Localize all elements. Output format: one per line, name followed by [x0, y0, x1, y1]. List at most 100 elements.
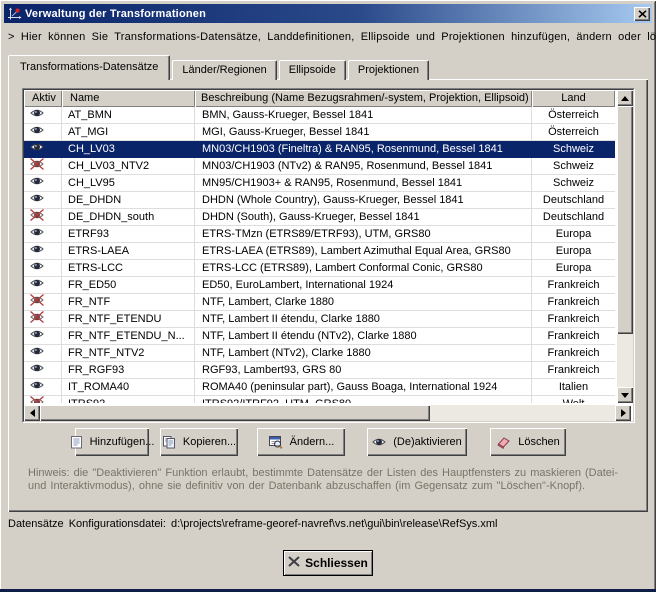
eye-icon [30, 260, 44, 277]
table-row[interactable]: FR_ED50ED50, EuroLambert, International … [24, 277, 615, 294]
schliessen-button-label: Schliessen [305, 556, 368, 570]
land-cell: Schweiz [532, 158, 615, 175]
land-cell: Deutschland [532, 192, 615, 209]
tab-page-transformations: Aktiv Name Beschreibung (Name Bezugsrahm… [8, 79, 648, 512]
edit-form-icon [268, 435, 283, 449]
scroll-right-button[interactable] [615, 405, 631, 421]
column-header-name[interactable]: Name [62, 90, 195, 107]
name-cell: CH_LV03_NTV2 [62, 158, 195, 175]
description-cell: ETRS-LCC (ETRS89), Lambert Conformal Con… [195, 260, 532, 277]
aendern-button[interactable]: Ändern... [257, 428, 345, 456]
transformations-table: Aktiv Name Beschreibung (Name Bezugsrahm… [22, 88, 635, 423]
title-bar[interactable]: Verwaltung der Transformationen [4, 4, 652, 23]
table-header-row: Aktiv Name Beschreibung (Name Bezugsrahm… [24, 90, 615, 107]
name-cell: FR_NTF_ETENDU_N... [62, 328, 195, 345]
aktiv-cell [24, 158, 62, 175]
description-cell: NTF, Lambert, Clarke 1880 [195, 294, 532, 311]
copy-icon [162, 435, 176, 449]
loeschen-button-label: Löschen [518, 436, 560, 448]
name-cell: ETRS-LCC [62, 260, 195, 277]
name-cell: DE_DHDN_south [62, 209, 195, 226]
description-cell: ETRS-LAEA (ETRS89), Lambert Azimuthal Eq… [195, 243, 532, 260]
hinzufuegen-button[interactable]: Hinzufügen... [75, 428, 149, 456]
table-row[interactable]: DE_DHDN_southDHDN (South), Gauss-Krueger… [24, 209, 615, 226]
aktiv-cell [24, 294, 62, 311]
description-cell: ROMA40 (peninsular part), Gauss Boaga, I… [195, 379, 532, 396]
land-cell: Europa [532, 243, 615, 260]
table-row[interactable]: FR_RGF93RGF93, Lambert93, GRS 80Frankrei… [24, 362, 615, 379]
schliessen-button[interactable]: Schliessen [283, 550, 373, 576]
eye-icon [30, 345, 44, 362]
aktiv-cell [24, 192, 62, 209]
table-row[interactable]: AT_BMNBMN, Gauss-Krueger, Bessel 1841Öst… [24, 107, 615, 124]
close-button[interactable] [634, 7, 650, 21]
name-cell: FR_ED50 [62, 277, 195, 294]
description-cell: ED50, EuroLambert, International 1924 [195, 277, 532, 294]
table-row[interactable]: CH_LV03_NTV2MN03/CH1903 (NTv2) & RAN95, … [24, 158, 615, 175]
land-cell: Frankreich [532, 345, 615, 362]
eye-icon [30, 243, 44, 260]
column-header-aktiv[interactable]: Aktiv [24, 90, 62, 107]
table-row[interactable]: DE_DHDNDHDN (Whole Country), Gauss-Krueg… [24, 192, 615, 209]
scroll-down-button[interactable] [617, 387, 633, 403]
scroll-up-button[interactable] [617, 90, 633, 106]
land-cell: Europa [532, 260, 615, 277]
description-cell: BMN, Gauss-Krueger, Bessel 1841 [195, 107, 532, 124]
eye-crossed-icon [30, 294, 44, 311]
table-row[interactable]: FR_NTF_ETENDUNTF, Lambert II étendu, Cla… [24, 311, 615, 328]
table-row[interactable]: CH_LV03MN03/CH1903 (Fineltra) & RAN95, R… [24, 141, 615, 158]
table-row[interactable]: AT_MGIMGI, Gauss-Krueger, Bessel 1841Öst… [24, 124, 615, 141]
aktiv-cell [24, 277, 62, 294]
tab-projektionen[interactable]: Projektionen [348, 60, 429, 80]
vertical-scrollbar[interactable] [617, 90, 633, 403]
de-aktivieren-button-label: (De)aktivieren [393, 436, 461, 448]
table-row[interactable]: ITRS92ITRS92/ITRF92, UTM, GRS80Welt [24, 396, 615, 403]
eye-icon [372, 436, 386, 448]
add-document-icon [70, 435, 83, 449]
arrow-down-icon [621, 393, 629, 398]
description-cell: MN95/CH1903+ & RAN95, Rosenmund, Bessel … [195, 175, 532, 192]
table-row[interactable]: ETRF93ETRS-TMzn (ETRS89/ETRF93), UTM, GR… [24, 226, 615, 243]
description-cell: DHDN (South), Gauss-Krueger, Bessel 1841 [195, 209, 532, 226]
description-cell: MN03/CH1903 (Fineltra) & RAN95, Rosenmun… [195, 141, 532, 158]
table-row[interactable]: CH_LV95MN95/CH1903+ & RAN95, Rosenmund, … [24, 175, 615, 192]
aktiv-cell [24, 141, 62, 158]
land-cell: Welt [532, 396, 615, 403]
scroll-left-button[interactable] [24, 405, 40, 421]
table-row[interactable]: FR_NTF_ETENDU_N...NTF, Lambert II étendu… [24, 328, 615, 345]
vertical-scrollbar-thumb[interactable] [617, 106, 633, 334]
hinweis-text: Hinweis: die "Deaktivieren" Funktion erl… [28, 467, 636, 493]
table-row[interactable]: ETRS-LCCETRS-LCC (ETRS89), Lambert Confo… [24, 260, 615, 277]
loeschen-button[interactable]: Löschen [490, 428, 566, 456]
table-row[interactable]: FR_NTFNTF, Lambert, Clarke 1880Frankreic… [24, 294, 615, 311]
column-header-land[interactable]: Land [532, 90, 615, 107]
name-cell: AT_BMN [62, 107, 195, 124]
description-cell: MGI, Gauss-Krueger, Bessel 1841 [195, 124, 532, 141]
eye-icon [30, 226, 44, 243]
horizontal-scrollbar[interactable] [24, 405, 631, 421]
app-icon [6, 6, 22, 21]
kopieren-button[interactable]: Kopieren... [160, 428, 238, 456]
aktiv-cell [24, 243, 62, 260]
tab-ellipsoide[interactable]: Ellipsoide [279, 60, 346, 80]
horizontal-scrollbar-thumb[interactable] [40, 405, 430, 421]
table-row[interactable]: ETRS-LAEAETRS-LAEA (ETRS89), Lambert Azi… [24, 243, 615, 260]
eye-icon [30, 141, 44, 158]
eye-crossed-icon [30, 209, 44, 226]
table-row[interactable]: FR_NTF_NTV2NTF, Lambert (NTv2), Clarke 1… [24, 345, 615, 362]
tab-transformations-datensaetze[interactable]: Transformations-Datensätze [8, 55, 170, 80]
tab-bar: Transformations-Datensätze Länder/Region… [8, 56, 431, 80]
aktiv-cell [24, 124, 62, 141]
aktiv-cell [24, 362, 62, 379]
column-header-beschreibung[interactable]: Beschreibung (Name Bezugsrahmen/-system,… [195, 90, 532, 107]
eye-icon [30, 379, 44, 396]
land-cell: Frankreich [532, 277, 615, 294]
window-title: Verwaltung der Transformationen [25, 8, 634, 20]
land-cell: Österreich [532, 124, 615, 141]
de-aktivieren-button[interactable]: (De)aktivieren [367, 428, 467, 456]
eye-icon [30, 124, 44, 141]
table-row[interactable]: IT_ROMA40ROMA40 (peninsular part), Gauss… [24, 379, 615, 396]
tab-laender-regionen[interactable]: Länder/Regionen [172, 60, 276, 80]
land-cell: Schweiz [532, 141, 615, 158]
eye-icon [30, 277, 44, 294]
